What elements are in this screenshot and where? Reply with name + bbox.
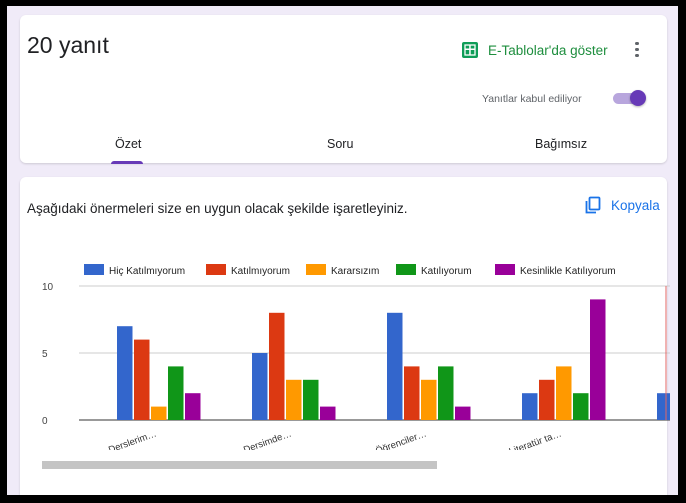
bar — [185, 393, 201, 420]
bar — [556, 366, 572, 420]
bar — [387, 312, 403, 420]
bar-chart: 0 5 10 Hiç Katılmıyorum Katılmıyorum Kararsız… — [42, 264, 670, 450]
bar — [421, 379, 437, 420]
response-count: 20 yanıt — [27, 32, 109, 58]
toggle-knob — [630, 90, 646, 106]
legend-label: Kararsızım — [331, 266, 379, 277]
x-tick-label: Derslerim… — [107, 428, 158, 450]
bar — [168, 366, 184, 420]
bar — [404, 366, 420, 420]
copy-label: Kopyala — [611, 197, 660, 213]
legend-swatch — [396, 264, 416, 275]
legend-swatch — [306, 264, 326, 275]
tab-individual[interactable]: Bağımsız — [535, 137, 587, 151]
more-options-icon[interactable] — [631, 42, 643, 60]
question-title: Aşağıdaki önermeleri size en uygun olaca… — [27, 201, 408, 216]
copy-chart-button[interactable]: Kopyala — [584, 196, 660, 214]
bar — [438, 366, 454, 420]
sheets-label: E-Tablolar'da göster — [488, 42, 608, 58]
accepting-responses-label: Yanıtlar kabul ediliyor — [482, 93, 582, 105]
bar — [252, 353, 268, 420]
accepting-responses-toggle[interactable] — [611, 90, 646, 106]
tab-summary[interactable]: Özet — [115, 137, 141, 151]
bar — [455, 406, 471, 420]
chart-horizontal-scrollbar[interactable] — [42, 461, 437, 469]
legend-swatch — [84, 264, 104, 275]
sheets-icon — [462, 42, 478, 58]
x-tick-label: Öğrenciler… — [374, 428, 428, 450]
bar — [539, 379, 555, 420]
copy-icon — [585, 196, 601, 214]
y-tick-label: 5 — [42, 349, 48, 360]
y-tick-label: 10 — [42, 282, 54, 293]
bar — [320, 406, 336, 420]
tab-question[interactable]: Soru — [327, 137, 353, 151]
bar — [573, 393, 589, 420]
legend-swatch — [495, 264, 515, 275]
bar — [269, 312, 285, 420]
legend-label: Katılıyorum — [421, 266, 472, 277]
bar — [590, 299, 606, 420]
bar — [522, 393, 538, 420]
legend-label: Hiç Katılmıyorum — [109, 266, 185, 277]
bar — [117, 326, 133, 420]
x-tick-label: Kullan — [669, 428, 670, 447]
legend-label: Katılmıyorum — [231, 266, 290, 277]
bar — [134, 339, 150, 420]
view-in-sheets-button[interactable]: E-Tablolar'da göster — [462, 42, 608, 58]
x-tick-label: Literatür ta… — [508, 428, 563, 450]
y-tick-label: 0 — [42, 416, 48, 427]
bar — [303, 379, 319, 420]
legend-label: Kesinlikle Katılıyorum — [520, 266, 616, 277]
bar — [657, 393, 670, 420]
bar — [286, 379, 302, 420]
app-frame: 20 yanıt E-Tablolar'da göster Yanıtlar k… — [7, 6, 678, 495]
tab-selected-indicator — [111, 161, 143, 164]
bar — [151, 406, 167, 420]
legend-swatch — [206, 264, 226, 275]
x-tick-label: Dersimde… — [242, 428, 293, 450]
